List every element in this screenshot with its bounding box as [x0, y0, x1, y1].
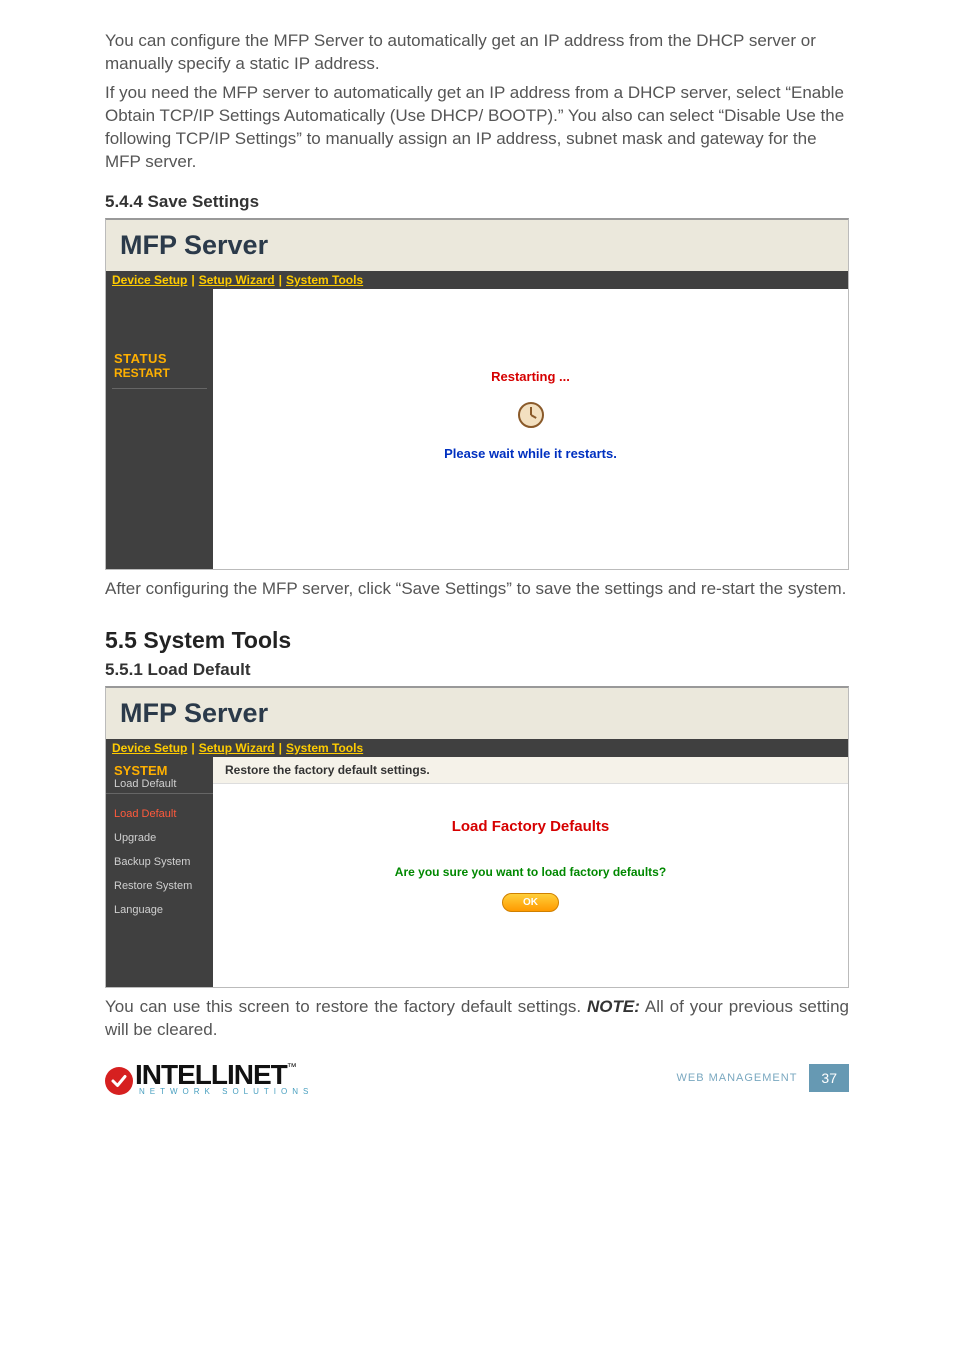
- heading-5-5: 5.5 System Tools: [105, 627, 849, 654]
- sidebar-item-load-default[interactable]: Load Default: [106, 802, 213, 826]
- nav-separator: |: [187, 273, 198, 287]
- ok-button[interactable]: OK: [502, 893, 559, 912]
- footer-section-label: WEB MANAGEMENT: [676, 1072, 797, 1084]
- sidebar-item-restore-system[interactable]: Restore System: [106, 874, 213, 898]
- note-label: NOTE:: [587, 997, 640, 1016]
- intro-paragraph-2: If you need the MFP server to automatica…: [105, 82, 849, 174]
- content-pane-restart: Restarting ... Please wait while it rest…: [213, 289, 848, 569]
- note-text: You can use this screen to restore the f…: [105, 996, 849, 1042]
- panel-title: MFP Server: [120, 698, 268, 728]
- nav-device-setup[interactable]: Device Setup: [112, 273, 187, 287]
- trademark-icon: ™: [287, 1062, 297, 1073]
- sidebar-restart-label: RESTART: [114, 366, 205, 380]
- restarting-text: Restarting ...: [213, 369, 848, 384]
- nav-setup-wizard[interactable]: Setup Wizard: [199, 273, 275, 287]
- sidebar: SYSTEM Load Default Load Default Upgrade…: [106, 757, 213, 987]
- sidebar-subtitle: Load Default: [114, 778, 205, 790]
- nav-setup-wizard[interactable]: Setup Wizard: [199, 741, 275, 755]
- nav-separator: |: [275, 741, 286, 755]
- page-footer: INTELLINET™ NETWORK SOLUTIONS WEB MANAGE…: [105, 1059, 849, 1096]
- nav-row: Device Setup|Setup Wizard|System Tools: [106, 739, 848, 757]
- nav-separator: |: [187, 741, 198, 755]
- load-factory-defaults-title: Load Factory Defaults: [213, 818, 848, 835]
- brand-tagline: NETWORK SOLUTIONS: [139, 1087, 313, 1096]
- content-pane-load-default: Restore the factory default settings. Lo…: [213, 757, 848, 987]
- page-number-badge: 37: [809, 1064, 849, 1092]
- heading-5-4-4: 5.4.4 Save Settings: [105, 192, 849, 212]
- nav-system-tools[interactable]: System Tools: [286, 741, 363, 755]
- nav-device-setup[interactable]: Device Setup: [112, 741, 187, 755]
- sidebar-item-language[interactable]: Language: [106, 898, 213, 922]
- check-icon: [105, 1067, 133, 1095]
- sidebar-item-upgrade[interactable]: Upgrade: [106, 826, 213, 850]
- heading-5-5-1: 5.5.1 Load Default: [105, 660, 849, 680]
- nav-separator: |: [275, 273, 286, 287]
- sidebar: STATUS RESTART: [106, 289, 213, 569]
- sidebar-item-backup-system[interactable]: Backup System: [106, 850, 213, 874]
- panel-header: MFP Server: [106, 220, 848, 271]
- please-wait-text: Please wait while it restarts.: [213, 446, 848, 461]
- sidebar-system-label: SYSTEM: [114, 763, 205, 778]
- confirm-question: Are you sure you want to load factory de…: [213, 865, 848, 879]
- note-pre: You can use this screen to restore the f…: [105, 997, 587, 1016]
- nav-system-tools[interactable]: System Tools: [286, 273, 363, 287]
- mfp-server-load-default-panel: MFP Server Device Setup|Setup Wizard|Sys…: [105, 686, 849, 988]
- panel-header: MFP Server: [106, 688, 848, 739]
- intro-paragraph-1: You can configure the MFP Server to auto…: [105, 30, 849, 76]
- panel-title: MFP Server: [120, 230, 268, 260]
- mfp-server-restart-panel: MFP Server Device Setup|Setup Wizard|Sys…: [105, 218, 849, 570]
- sidebar-divider: [112, 388, 207, 389]
- nav-row: Device Setup|Setup Wizard|System Tools: [106, 271, 848, 289]
- clock-icon: [518, 402, 544, 428]
- after-panel-1-text: After configuring the MFP server, click …: [105, 578, 849, 601]
- sidebar-status-label: STATUS: [114, 351, 205, 366]
- pane-caption: Restore the factory default settings.: [213, 757, 848, 784]
